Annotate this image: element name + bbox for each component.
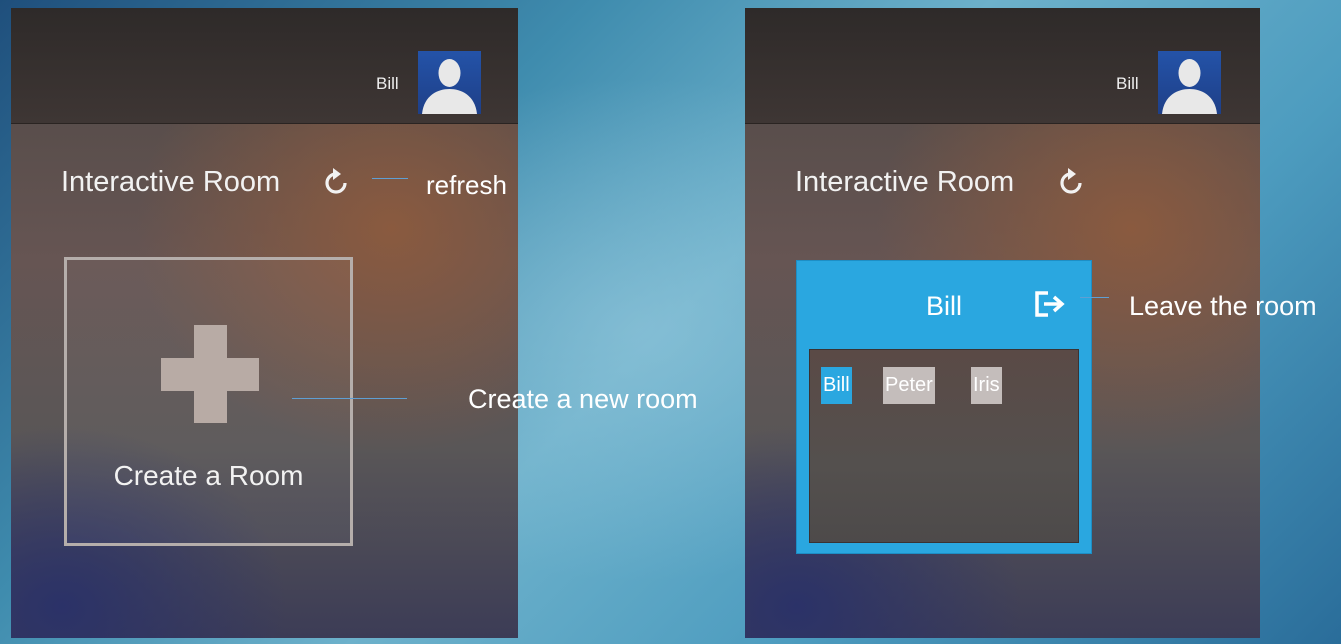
page-title: Interactive Room bbox=[61, 166, 281, 198]
refresh-icon[interactable] bbox=[1059, 168, 1083, 196]
member-chip-self[interactable]: Bill bbox=[821, 367, 852, 404]
refresh-callout-text: refresh bbox=[426, 170, 507, 200]
plus-icon-bar bbox=[161, 358, 259, 391]
create-room-callout-line bbox=[292, 398, 407, 399]
leave-room-icon[interactable] bbox=[1034, 289, 1068, 319]
left-screen: Bill Interactive Room Create a Room bbox=[11, 8, 518, 638]
create-room-callout-text: Create a new room bbox=[468, 384, 698, 414]
user-avatar-icon[interactable] bbox=[1158, 51, 1221, 114]
create-room-button[interactable]: Create a Room bbox=[64, 257, 353, 546]
member-list: Bill Peter Iris bbox=[809, 349, 1079, 543]
room-card: Bill Bill Peter Iris bbox=[796, 260, 1092, 554]
top-bar: Bill bbox=[11, 8, 518, 124]
right-screen: Bill Interactive Room Bill Bill Peter Ir bbox=[745, 8, 1260, 638]
user-avatar-icon[interactable] bbox=[418, 51, 481, 114]
refresh-callout-line bbox=[372, 178, 408, 179]
member-chip[interactable]: Iris bbox=[971, 367, 1002, 404]
leave-room-callout-text: Leave the room bbox=[1129, 291, 1317, 321]
member-chip[interactable]: Peter bbox=[883, 367, 935, 404]
user-name: Bill bbox=[1116, 74, 1139, 93]
user-name: Bill bbox=[376, 74, 399, 93]
page-title: Interactive Room bbox=[795, 166, 1015, 198]
top-bar: Bill bbox=[745, 8, 1260, 124]
leave-room-callout-line bbox=[1080, 297, 1109, 298]
refresh-icon[interactable] bbox=[324, 168, 348, 196]
create-room-label: Create a Room bbox=[113, 460, 304, 491]
